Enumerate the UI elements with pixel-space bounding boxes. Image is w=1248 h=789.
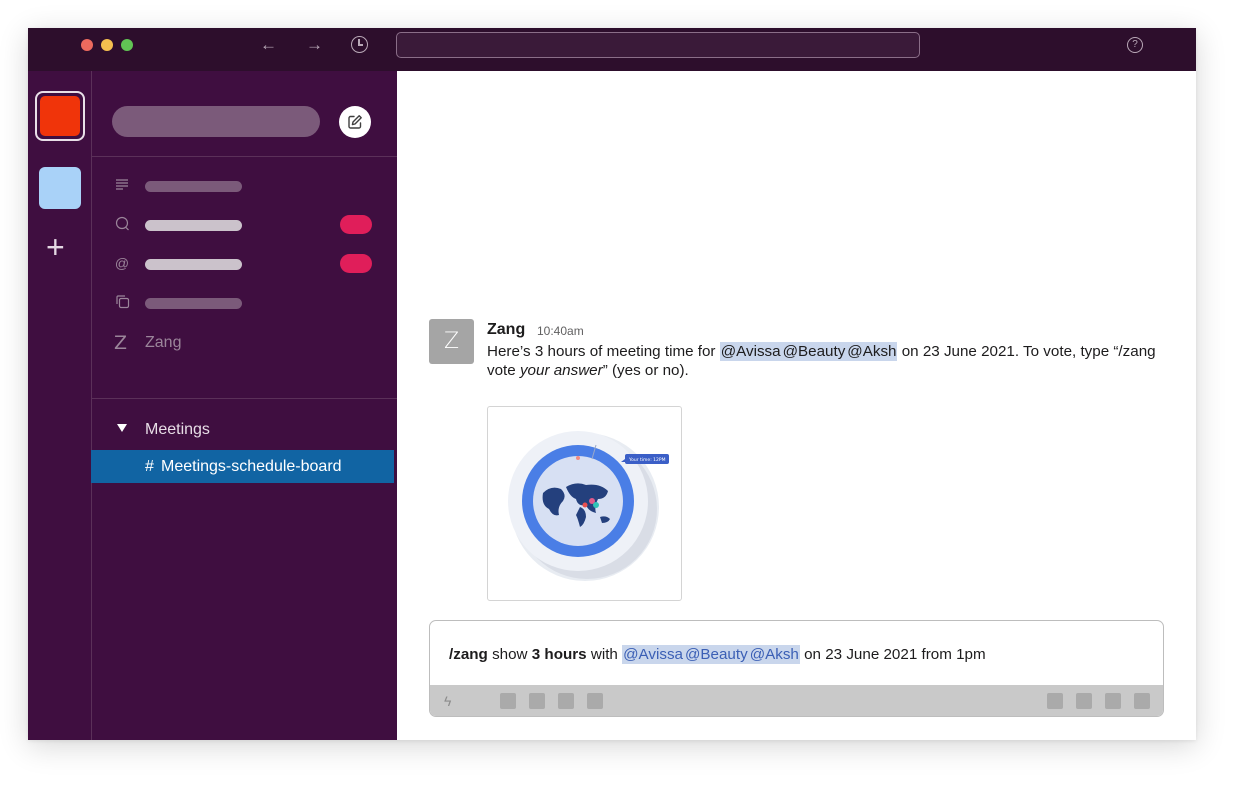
message-text-end: ” (yes or no).: [602, 362, 689, 379]
threads-icon: [114, 177, 130, 193]
minimize-window-button[interactable]: [101, 39, 113, 51]
avatar[interactable]: Z: [429, 319, 474, 364]
sidebar-header: [92, 71, 397, 157]
message-text: Here’s 3 hours of meeting time for @Avis…: [487, 342, 1177, 380]
message-author[interactable]: Zang: [487, 321, 525, 339]
channel-name: Meetings-schedule-board: [161, 458, 342, 475]
sidebar-item-mentions[interactable]: @: [92, 252, 397, 276]
sidebar-item-saved[interactable]: [92, 291, 397, 315]
maximize-window-button[interactable]: [121, 39, 133, 51]
composer-tail: on 23 June 2021 from 1pm: [804, 646, 986, 663]
message-pane: Z Zang 10:40am Here’s 3 hours of meeting…: [397, 71, 1196, 740]
sidebar-item-label-placeholder: [145, 259, 242, 270]
composer-toolbar: ϟ: [430, 685, 1163, 716]
workspace-switcher-second[interactable]: [39, 167, 81, 209]
workspace-name-placeholder[interactable]: [112, 106, 320, 137]
back-arrow-icon[interactable]: ←: [260, 35, 277, 55]
caret-down-icon: [117, 424, 127, 432]
user-mention[interactable]: @Aksh: [748, 645, 800, 664]
zang-logo-icon: Z: [114, 332, 128, 354]
unread-badge: [340, 215, 372, 234]
shortcuts-bolt-icon[interactable]: ϟ: [444, 692, 451, 710]
forward-arrow-icon[interactable]: →: [306, 35, 323, 55]
slash-command: /zang: [449, 646, 488, 663]
format-button[interactable]: [587, 693, 603, 709]
channel-item-meetings-schedule-board[interactable]: # Meetings-schedule-board: [91, 450, 394, 483]
composer-word: with: [590, 646, 618, 663]
workspace-icon: [40, 96, 80, 136]
history-clock-icon[interactable]: [351, 36, 368, 53]
section-label: Meetings: [145, 421, 210, 438]
sidebar-item-label: Zang: [145, 334, 182, 351]
channel-sidebar: @ Z Zang Meetings # Meetings-schedule-bo…: [91, 71, 397, 740]
sidebar-divider: [92, 398, 397, 399]
user-mention[interactable]: @Beauty: [683, 645, 749, 664]
format-button[interactable]: [558, 693, 574, 709]
message-text-italic: your answer: [519, 362, 603, 379]
section-header-meetings[interactable]: Meetings: [92, 417, 397, 443]
sidebar-item-threads[interactable]: [92, 174, 397, 198]
user-mention[interactable]: @Avissa: [719, 342, 782, 361]
sidebar-item-zang[interactable]: Z Zang: [92, 331, 397, 355]
message-timestamp[interactable]: 10:40am: [537, 324, 584, 338]
toolbar-action-button[interactable]: [1134, 693, 1150, 709]
add-workspace-icon[interactable]: +: [46, 231, 65, 263]
composer-input-text[interactable]: /zang show 3 hours with @Avissa @Beauty @A…: [449, 645, 986, 664]
toolbar-action-button[interactable]: [1047, 693, 1063, 709]
workspace-rail: +: [28, 71, 92, 740]
composer-word: show: [492, 646, 528, 663]
help-icon[interactable]: ?: [1127, 37, 1143, 53]
user-mention[interactable]: @Avissa: [622, 645, 684, 664]
composer-duration: 3 hours: [531, 646, 587, 663]
copy-files-icon: [114, 294, 130, 310]
close-window-button[interactable]: [81, 39, 93, 51]
message-composer[interactable]: /zang show 3 hours with @Avissa @Beauty @A…: [429, 620, 1164, 717]
app-window: ← → ? + @ Z Zang Meetings # Meetings-sch…: [28, 28, 1196, 740]
search-input[interactable]: [396, 32, 920, 58]
sidebar-item-dms[interactable]: [92, 213, 397, 237]
sidebar-item-label-placeholder: [145, 181, 242, 192]
toolbar-action-button[interactable]: [1105, 693, 1121, 709]
sidebar-item-label-placeholder: [145, 298, 242, 309]
workspace-switcher-active[interactable]: [35, 91, 85, 141]
format-button[interactable]: [500, 693, 516, 709]
toolbar-action-button[interactable]: [1076, 693, 1092, 709]
image-attachment[interactable]: Your time: 12PM: [487, 406, 682, 601]
messages-icon: [114, 216, 130, 232]
at-mention-icon: @: [114, 255, 130, 271]
title-bar: ← → ?: [28, 28, 1196, 71]
channel-hash-icon: #: [145, 458, 154, 475]
message-text-intro: Here’s 3 hours of meeting time for: [487, 343, 716, 360]
user-mention[interactable]: @Aksh: [846, 342, 898, 361]
user-mention[interactable]: @Beauty: [781, 342, 847, 361]
attachment-caption: Your time: 12PM: [628, 457, 666, 463]
compose-icon: [348, 115, 362, 129]
world-clock-image: Your time: 12PM: [508, 431, 669, 581]
compose-button[interactable]: [339, 106, 371, 138]
format-button[interactable]: [529, 693, 545, 709]
sidebar-item-label-placeholder: [145, 220, 242, 231]
unread-badge: [340, 254, 372, 273]
